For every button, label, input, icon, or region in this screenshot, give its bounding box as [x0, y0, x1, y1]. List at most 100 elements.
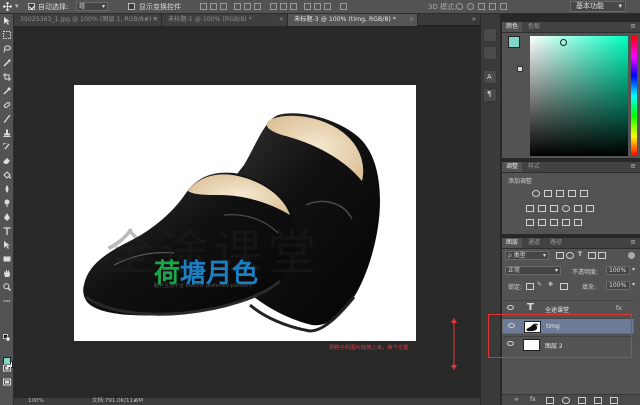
- screen-mode-icon[interactable]: [3, 378, 11, 386]
- color-lookup-icon[interactable]: [586, 205, 594, 212]
- crop-icon[interactable]: [3, 73, 11, 81]
- show-transform-checkbox[interactable]: [128, 3, 135, 10]
- distribute-hcenter-icon[interactable]: [314, 3, 321, 10]
- history-brush-icon[interactable]: [3, 143, 11, 151]
- document-canvas[interactable]: 全途课堂 荷塘月色 服务互动平台 Electric preferred plat…: [74, 85, 416, 341]
- gradient-map-icon[interactable]: [574, 219, 582, 226]
- opacity-input[interactable]: 100%: [606, 266, 630, 275]
- pen-icon[interactable]: [3, 213, 11, 221]
- hue-saturation-icon[interactable]: [526, 205, 534, 212]
- opacity-arrow-icon[interactable]: ▾: [632, 266, 635, 273]
- tab-channels[interactable]: 通道: [524, 238, 544, 248]
- hand-icon[interactable]: [3, 269, 11, 277]
- panel-foreground-swatch[interactable]: [508, 36, 520, 48]
- filter-pixel-icon[interactable]: [556, 252, 564, 259]
- zoom-level[interactable]: 100%: [28, 398, 44, 405]
- lock-pixels-icon[interactable]: ✎: [537, 281, 542, 288]
- photo-filter-icon[interactable]: [562, 205, 570, 212]
- align-bottom-icon[interactable]: [220, 3, 227, 10]
- color-balance-icon[interactable]: [538, 205, 546, 212]
- quick-select-icon[interactable]: [3, 59, 11, 67]
- workspace-dropdown[interactable]: 基本功能 ▾: [570, 1, 626, 12]
- distribute-right-icon[interactable]: [324, 3, 331, 10]
- color-picker-cursor[interactable]: [560, 39, 567, 46]
- tab-paths[interactable]: 路径: [546, 238, 566, 248]
- tab-layers[interactable]: 图层: [502, 238, 523, 248]
- path-select-icon[interactable]: [3, 241, 11, 249]
- new-layer-icon[interactable]: [594, 397, 602, 404]
- eraser-icon[interactable]: [3, 157, 11, 165]
- new-group-icon[interactable]: [578, 397, 586, 404]
- brightness-icon[interactable]: [532, 190, 540, 197]
- tab-adjustments[interactable]: 调整: [502, 162, 523, 172]
- lock-all-icon[interactable]: [560, 283, 568, 290]
- tab-color[interactable]: 颜色: [502, 22, 523, 32]
- fill-input[interactable]: 100%: [606, 281, 630, 290]
- auto-select-checkbox[interactable]: [28, 3, 35, 10]
- rectangle-icon[interactable]: [3, 255, 11, 263]
- more-tools-icon[interactable]: [3, 297, 11, 305]
- visibility-eye-icon[interactable]: [507, 305, 514, 310]
- clone-stamp-icon[interactable]: [3, 129, 11, 137]
- slide-3d-icon[interactable]: [489, 3, 496, 10]
- web-safe-icon[interactable]: [517, 66, 523, 72]
- filter-shape-icon[interactable]: [588, 252, 596, 259]
- vibrance-icon[interactable]: [580, 190, 588, 197]
- lock-position-icon[interactable]: ✥: [548, 281, 553, 288]
- add-mask-icon[interactable]: [546, 397, 554, 404]
- panel-menu-icon[interactable]: ≡: [630, 162, 636, 170]
- tool-preset-arrow[interactable]: ▾: [15, 2, 19, 10]
- move-tool-icon[interactable]: [2, 1, 13, 12]
- auto-align-icon[interactable]: [340, 3, 347, 10]
- brush-icon[interactable]: [3, 115, 11, 123]
- align-right-icon[interactable]: [254, 3, 261, 10]
- default-colors-icon[interactable]: [3, 334, 11, 342]
- layer-kind-filter[interactable]: ρ 类型 ▾: [505, 251, 549, 260]
- marquee-icon[interactable]: [3, 31, 11, 39]
- status-arrow-icon[interactable]: ▸: [134, 398, 137, 405]
- channel-mixer-icon[interactable]: [574, 205, 582, 212]
- history-panel-icon[interactable]: [483, 28, 497, 42]
- orbit-3d-icon[interactable]: [456, 3, 463, 10]
- filter-toggle-icon[interactable]: [628, 252, 635, 259]
- paint-bucket-icon[interactable]: [3, 171, 11, 179]
- invert-icon[interactable]: [526, 219, 534, 226]
- lock-transparent-icon[interactable]: [526, 283, 534, 290]
- roll-3d-icon[interactable]: [467, 3, 474, 10]
- filter-smart-icon[interactable]: [598, 252, 606, 259]
- tab-untitled-1[interactable]: 未标题-1 @ 100% (RGB/8) * ×: [162, 14, 288, 26]
- curves-icon[interactable]: [556, 190, 564, 197]
- healing-brush-icon[interactable]: [3, 101, 11, 109]
- selective-color-icon[interactable]: [562, 219, 570, 226]
- drag-3d-icon[interactable]: [478, 3, 485, 10]
- tab-styles[interactable]: 样式: [524, 162, 544, 172]
- close-icon[interactable]: ×: [409, 14, 414, 26]
- distribute-top-icon[interactable]: [270, 3, 277, 10]
- character-panel-icon[interactable]: A: [483, 70, 497, 84]
- close-icon[interactable]: ×: [279, 14, 284, 26]
- exposure-icon[interactable]: [568, 190, 576, 197]
- layer-fx-icon[interactable]: fx: [616, 305, 622, 312]
- link-layers-icon[interactable]: ∞: [514, 396, 519, 403]
- add-style-icon[interactable]: fx: [530, 396, 536, 403]
- align-top-icon[interactable]: [200, 3, 207, 10]
- tab-untitled-3[interactable]: 未标题-3 @ 100% (timg, RGB/8) * ×: [288, 14, 418, 26]
- threshold-icon[interactable]: [550, 219, 558, 226]
- align-left-icon[interactable]: [234, 3, 241, 10]
- fill-arrow-icon[interactable]: ▾: [632, 281, 635, 288]
- posterize-icon[interactable]: [538, 219, 546, 226]
- distribute-vcenter-icon[interactable]: [280, 3, 287, 10]
- tab-swatches[interactable]: 色板: [524, 22, 544, 32]
- distribute-bottom-icon[interactable]: [290, 3, 297, 10]
- eyedropper-icon[interactable]: [3, 87, 11, 95]
- tabs-overflow-icon[interactable]: »: [472, 15, 476, 23]
- levels-icon[interactable]: [544, 190, 552, 197]
- properties-panel-icon[interactable]: [483, 46, 497, 60]
- layer-name[interactable]: 全途课堂: [545, 305, 569, 314]
- type-icon[interactable]: [3, 227, 11, 235]
- filter-type-icon[interactable]: T: [578, 251, 582, 258]
- panel-menu-icon[interactable]: ≡: [630, 22, 636, 30]
- scale-3d-icon[interactable]: [500, 3, 507, 10]
- blend-mode-dropdown[interactable]: 正常 ▾: [505, 266, 561, 275]
- move-icon[interactable]: [3, 17, 11, 25]
